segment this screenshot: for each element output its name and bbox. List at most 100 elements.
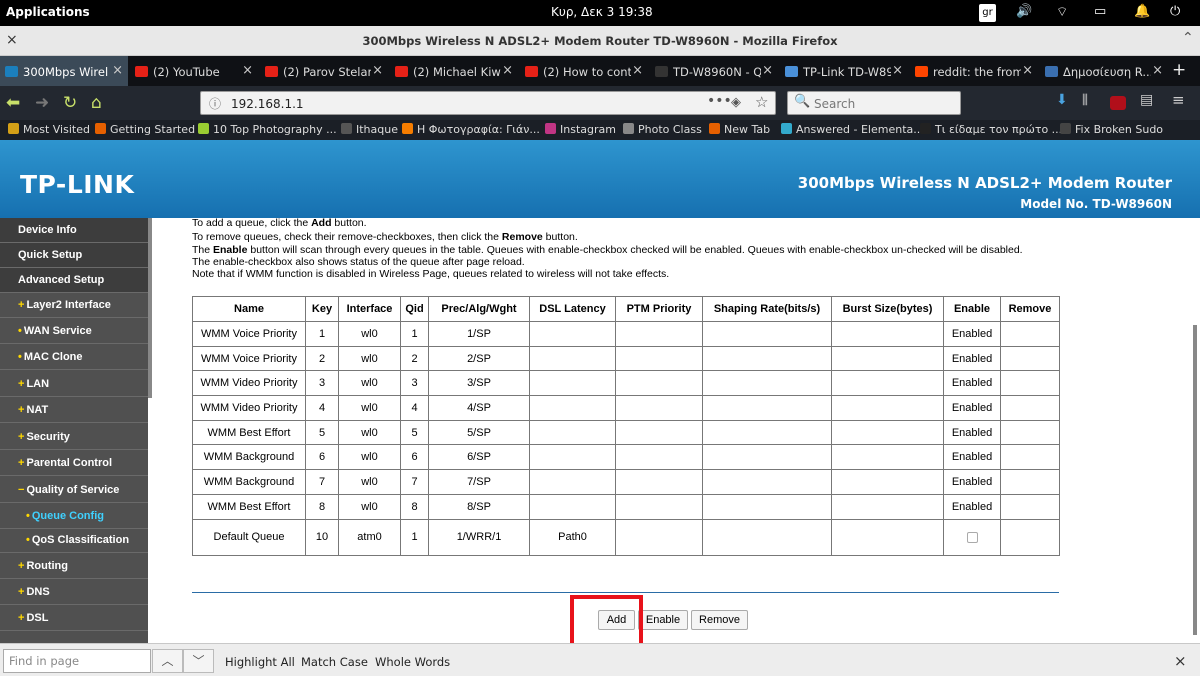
tab-7[interactable]: TP-Link TD-W89 × bbox=[780, 56, 908, 86]
page-scrollbar[interactable] bbox=[1193, 325, 1197, 635]
url-bar[interactable]: ⓘ 192.168.1.1 ••• ◈ ☆ bbox=[200, 91, 776, 115]
search-placeholder[interactable]: Search bbox=[814, 97, 855, 111]
sidebar-item-wan-service[interactable]: • WAN Service bbox=[0, 319, 148, 344]
sidebar-item-lan[interactable]: + LAN bbox=[0, 372, 148, 397]
notifications-bell-icon[interactable]: 🔔 bbox=[1134, 4, 1150, 19]
sidebar-item-quick-setup[interactable]: Quick Setup bbox=[0, 243, 148, 268]
tab-5[interactable]: (2) How to conti × bbox=[520, 56, 648, 86]
bookmark-item[interactable]: Getting Started bbox=[95, 123, 195, 136]
column-header: Prec/Alg/Wght bbox=[428, 296, 530, 322]
forward-button-icon[interactable]: ➜ bbox=[35, 93, 49, 113]
sidebar-scrollbar[interactable] bbox=[148, 218, 152, 398]
router-model-number: Model No. TD-W8960N bbox=[1020, 197, 1172, 211]
page-actions-icon[interactable]: ••• bbox=[707, 93, 732, 109]
home-icon[interactable]: ⌂ bbox=[91, 93, 102, 113]
downloads-icon[interactable]: ⬇ bbox=[1056, 92, 1072, 108]
tab-4[interactable]: (2) Michael Kiwa × bbox=[390, 56, 518, 86]
tab-close-icon[interactable]: × bbox=[1022, 56, 1033, 86]
sidebar-bullet-icon: + bbox=[18, 378, 25, 390]
enable-button[interactable]: Enable bbox=[638, 610, 688, 630]
tab-close-icon[interactable]: × bbox=[112, 56, 123, 86]
match-case-toggle[interactable]: Match Case bbox=[301, 655, 368, 669]
bookmark-item[interactable]: Answered - Elementa... bbox=[781, 123, 924, 136]
tab-close-icon[interactable]: × bbox=[242, 56, 253, 86]
tab-3[interactable]: (2) Parov Stelar × bbox=[260, 56, 388, 86]
keyboard-layout-indicator[interactable]: gr bbox=[979, 4, 996, 22]
search-bar[interactable]: 🔍 Search bbox=[787, 91, 961, 115]
find-previous-button[interactable]: ︿ bbox=[152, 649, 183, 673]
sidebar-bullet-icon: + bbox=[18, 404, 25, 416]
battery-icon[interactable]: ▭ bbox=[1094, 4, 1106, 19]
bookmark-favicon-icon bbox=[623, 123, 634, 134]
library-icon[interactable]: ⫼ bbox=[1082, 93, 1098, 108]
find-next-button[interactable]: ﹀ bbox=[183, 649, 214, 673]
sidebar-item-advanced-setup[interactable]: Advanced Setup bbox=[0, 268, 148, 293]
table-cell bbox=[615, 321, 703, 347]
tab-label: (2) Michael Kiwa bbox=[413, 64, 501, 79]
sidebar-bullet-icon: + bbox=[18, 586, 25, 598]
system-clock[interactable]: Κυρ, Δεκ 3 19:38 bbox=[551, 5, 653, 19]
table-row: Default Queue 10 atm0 1 1/WRR/1 Path0 bbox=[192, 518, 1060, 556]
bookmark-item[interactable]: Photo Class bbox=[623, 123, 702, 136]
tab-8[interactable]: reddit: the from × bbox=[910, 56, 1038, 86]
sidebar-item-layer2-interface[interactable]: + Layer2 Interface bbox=[0, 293, 148, 318]
sidebar-item-quality-of-service[interactable]: − Quality of Service bbox=[0, 478, 148, 503]
sidebar-toggle-icon[interactable]: ▤ bbox=[1140, 92, 1156, 108]
bookmark-item[interactable]: New Tab bbox=[709, 123, 770, 136]
tab-label: TD-W8960N - Q bbox=[673, 64, 761, 79]
tab-close-icon[interactable]: × bbox=[762, 56, 773, 86]
sidebar-item-queue-config[interactable]: • Queue Config bbox=[0, 504, 148, 529]
applications-menu[interactable]: Applications bbox=[6, 5, 90, 19]
sidebar-item-dsl[interactable]: + DSL bbox=[0, 606, 148, 631]
find-in-page-input[interactable] bbox=[3, 649, 151, 673]
window-maximize-icon[interactable]: ⌃ bbox=[1182, 30, 1194, 46]
enable-checkbox[interactable] bbox=[966, 531, 978, 543]
sidebar-item-routing[interactable]: + Routing bbox=[0, 554, 148, 579]
back-button-icon[interactable]: ⬅ bbox=[6, 93, 20, 113]
new-tab-icon[interactable]: + bbox=[1172, 60, 1186, 80]
bookmark-item[interactable]: Fix Broken Sudo bbox=[1060, 123, 1163, 136]
wifi-icon[interactable]: ⌔ bbox=[1056, 4, 1068, 20]
tab-6[interactable]: TD-W8960N - Q × bbox=[650, 56, 778, 86]
volume-icon[interactable]: 🔊 bbox=[1016, 4, 1032, 19]
power-icon[interactable]: ⏻ bbox=[1170, 4, 1180, 19]
reload-icon[interactable]: ↻ bbox=[63, 93, 77, 113]
sidebar-item-device-info[interactable]: Device Info bbox=[0, 218, 148, 243]
tab-close-icon[interactable]: × bbox=[1152, 56, 1163, 86]
find-bar-close-icon[interactable]: × bbox=[1174, 652, 1187, 670]
bookmark-item[interactable]: Instagram bbox=[545, 123, 616, 136]
pocket-icon[interactable]: ◈ bbox=[731, 95, 741, 110]
table-cell: 5 bbox=[400, 419, 429, 446]
bookmark-item[interactable]: Η Φωτογραφία: Γιάν... bbox=[402, 123, 540, 136]
tab-close-icon[interactable]: × bbox=[632, 56, 643, 86]
bookmark-star-icon[interactable]: ☆ bbox=[755, 93, 768, 111]
sidebar-item-mac-clone[interactable]: • MAC Clone bbox=[0, 345, 148, 370]
sidebar-item-parental-control[interactable]: + Parental Control bbox=[0, 451, 148, 476]
tab-close-icon[interactable]: × bbox=[372, 56, 383, 86]
highlight-all-toggle[interactable]: Highlight All bbox=[225, 655, 295, 669]
column-header: Interface bbox=[338, 296, 401, 322]
whole-words-toggle[interactable]: Whole Words bbox=[375, 655, 450, 669]
tab-close-icon[interactable]: × bbox=[502, 56, 513, 86]
ublock-icon[interactable] bbox=[1110, 96, 1126, 110]
site-info-icon[interactable]: ⓘ bbox=[209, 95, 221, 112]
sidebar-item-nat[interactable]: + NAT bbox=[0, 398, 148, 423]
bookmark-item[interactable]: 10 Top Photography ... bbox=[198, 123, 337, 136]
bookmark-item[interactable]: Τι είδαμε τον πρώτο ... bbox=[920, 123, 1062, 136]
tab-close-icon[interactable]: × bbox=[892, 56, 903, 86]
remove-button[interactable]: Remove bbox=[691, 610, 748, 630]
url-text[interactable]: 192.168.1.1 bbox=[231, 97, 304, 111]
tab-2[interactable]: (2) YouTube × bbox=[130, 56, 258, 86]
sidebar-item-security[interactable]: + Security bbox=[0, 425, 148, 450]
tab-1[interactable]: 300Mbps Wirel × bbox=[0, 56, 128, 86]
sidebar-item-label: DSL bbox=[26, 612, 49, 624]
bookmark-item[interactable]: Most Visited bbox=[8, 123, 90, 136]
column-header: Key bbox=[305, 296, 339, 322]
table-cell bbox=[831, 370, 944, 397]
bookmark-item[interactable]: Ithaque bbox=[341, 123, 398, 136]
table-cell: WMM Background bbox=[192, 444, 306, 471]
sidebar-item-qos-classification[interactable]: • QoS Classification bbox=[0, 528, 148, 553]
tab-9[interactable]: Δημοσίευση R... × bbox=[1040, 56, 1168, 86]
sidebar-item-dns[interactable]: + DNS bbox=[0, 580, 148, 605]
menu-hamburger-icon[interactable]: ≡ bbox=[1172, 91, 1188, 109]
